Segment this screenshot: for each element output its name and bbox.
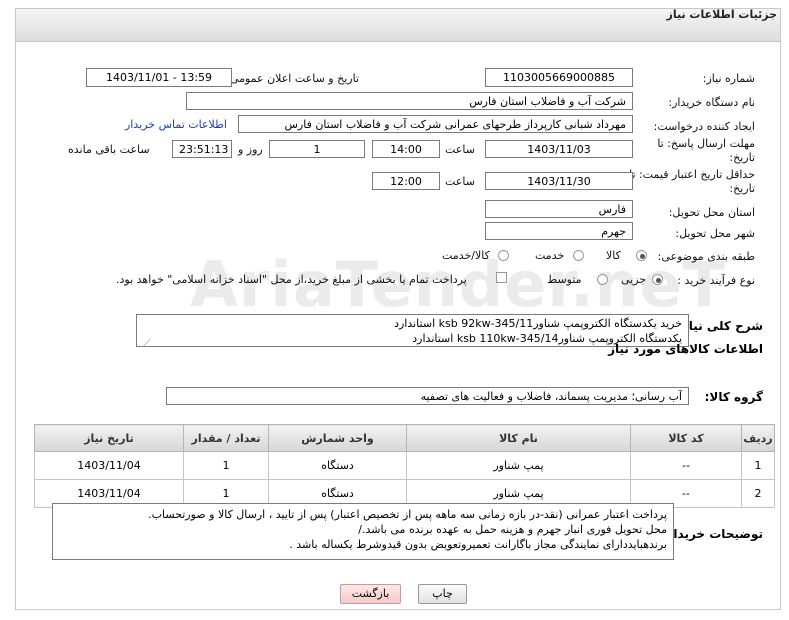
buyer-contact-link[interactable]: اطلاعات تماس خریدار — [125, 118, 227, 131]
price-validity-label: حداقل تاریخ اعتبار قیمت: تا — [629, 168, 755, 181]
announce-datetime-field[interactable]: 1403/11/01 - 13:59 — [86, 68, 232, 87]
col-row-number: ردیف — [741, 424, 775, 452]
table-row[interactable]: 1 -- پمپ شناور دستگاه 1 1403/11/04 — [34, 451, 775, 480]
goods-group-label: گروه کالا: — [704, 390, 763, 404]
cell-item-name: پمپ شناور — [406, 451, 631, 480]
purchase-radio-medium[interactable] — [597, 274, 608, 285]
reply-deadline-label-date: تاریخ: — [729, 151, 755, 164]
requester-field[interactable]: مهرداد شبانی کارپرداز طرحهای عمرانی شرکت… — [238, 115, 633, 133]
description-textarea[interactable]: خرید یکدستگاه الکتروپمپ شناورksb 92kw-34… — [136, 314, 689, 347]
price-validity-date-field[interactable]: 1403/11/30 — [485, 172, 633, 190]
col-item-code: کد کالا — [630, 424, 742, 452]
buyer-notes-line-2: محل تحویل فوری انبار جهرم و هزینه حمل به… — [358, 523, 667, 536]
delivery-province-label: استان محل تحویل: — [668, 206, 755, 219]
reply-deadline-time-label: ساعت — [445, 143, 475, 156]
delivery-city-label: شهر محل تحویل: — [675, 227, 755, 240]
buyer-notes-label: توضیحات خریدار: — [661, 527, 763, 541]
page-title: جزئیات اطلاعات نیاز — [666, 8, 778, 21]
need-number-field[interactable]: 1103005669000885 — [485, 68, 633, 87]
treasury-checkbox[interactable] — [496, 272, 507, 283]
category-label: طبقه بندی موضوعی: — [657, 250, 755, 263]
price-validity-label-date: تاریخ: — [729, 182, 755, 195]
category-option-service: خدمت — [535, 249, 565, 262]
delivery-province-field[interactable]: فارس — [485, 200, 633, 218]
requester-label: ایجاد کننده درخواست: — [653, 120, 755, 133]
category-option-goods-service: کالا/خدمت — [442, 249, 490, 262]
print-button[interactable]: چاپ — [418, 584, 467, 604]
buyer-org-label: نام دستگاه خریدار: — [668, 96, 755, 109]
description-label: شرح کلی نیاز: — [677, 319, 763, 333]
remaining-days-field[interactable]: 1 — [269, 140, 365, 158]
remaining-time-label: ساعت باقی مانده — [68, 143, 150, 156]
table-header-row: ردیف کد کالا نام کالا واحد شمارش تعداد /… — [34, 424, 775, 452]
goods-group-field[interactable]: آب رسانی؛ مدیریت پسماند، فاضلاب و فعالیت… — [166, 387, 689, 405]
category-radio-service[interactable] — [573, 250, 584, 261]
buyer-notes-textarea[interactable]: پرداخت اعتبار عمرانی (نقد-در بازه زمانی … — [52, 503, 674, 560]
announce-datetime-label: تاریخ و ساعت اعلان عمومی: — [226, 72, 359, 85]
purchase-option-minor: جزیی — [621, 273, 647, 286]
category-option-goods: کالا — [606, 249, 621, 262]
goods-section-title: اطلاعات کالاهای مورد نیاز — [608, 342, 763, 356]
purchase-option-medium: متوسط — [547, 273, 582, 286]
reply-deadline-label: مهلت ارسال پاسخ: تا — [657, 137, 755, 150]
panel-header — [16, 9, 780, 42]
price-validity-time-label: ساعت — [445, 175, 475, 188]
description-line-1: خرید یکدستگاه الکتروپمپ شناورksb 92kw-34… — [394, 317, 682, 330]
cell-row-number: 2 — [741, 479, 775, 508]
goods-table: ردیف کد کالا نام کالا واحد شمارش تعداد /… — [34, 424, 775, 508]
category-radio-goods[interactable] — [636, 250, 647, 261]
treasury-note: پرداخت تمام یا بخشی از مبلغ خرید،از محل … — [116, 273, 467, 286]
remaining-time-field[interactable]: 23:51:13 — [172, 140, 232, 158]
purchase-type-label: نوع فرآیند خرید : — [677, 274, 755, 287]
buyer-org-field[interactable]: شرکت آب و فاضلاب استان فارس — [186, 92, 633, 110]
cell-row-number: 1 — [741, 451, 775, 480]
buyer-notes-line-1: پرداخت اعتبار عمرانی (نقد-در بازه زمانی … — [148, 508, 667, 521]
days-label: روز و — [238, 143, 263, 156]
need-number-label: شماره نیاز: — [702, 72, 755, 85]
reply-deadline-date-field[interactable]: 1403/11/03 — [485, 140, 633, 158]
price-validity-time-field[interactable]: 12:00 — [372, 172, 440, 190]
cell-quantity: 1 — [183, 451, 269, 480]
back-button[interactable]: بازگشت — [340, 584, 401, 604]
col-need-date: تاریخ نیاز — [34, 424, 184, 452]
cell-need-date: 1403/11/04 — [34, 451, 184, 480]
col-item-name: نام کالا — [406, 424, 631, 452]
col-unit: واحد شمارش — [268, 424, 407, 452]
cell-unit: دستگاه — [268, 451, 407, 480]
cell-item-code: -- — [630, 451, 742, 480]
delivery-city-field[interactable]: جهرم — [485, 222, 633, 240]
purchase-radio-minor[interactable] — [652, 274, 663, 285]
category-radio-goods-service[interactable] — [498, 250, 509, 261]
col-quantity: تعداد / مقدار — [183, 424, 269, 452]
description-line-2: یکدستگاه الکتروپمپ شناورksb 110kw-345/14… — [412, 332, 682, 345]
reply-deadline-time-field[interactable]: 14:00 — [372, 140, 440, 158]
buyer-notes-line-3: برندهبایددارای نمایندگی مجاز باگارانت تع… — [289, 538, 667, 551]
